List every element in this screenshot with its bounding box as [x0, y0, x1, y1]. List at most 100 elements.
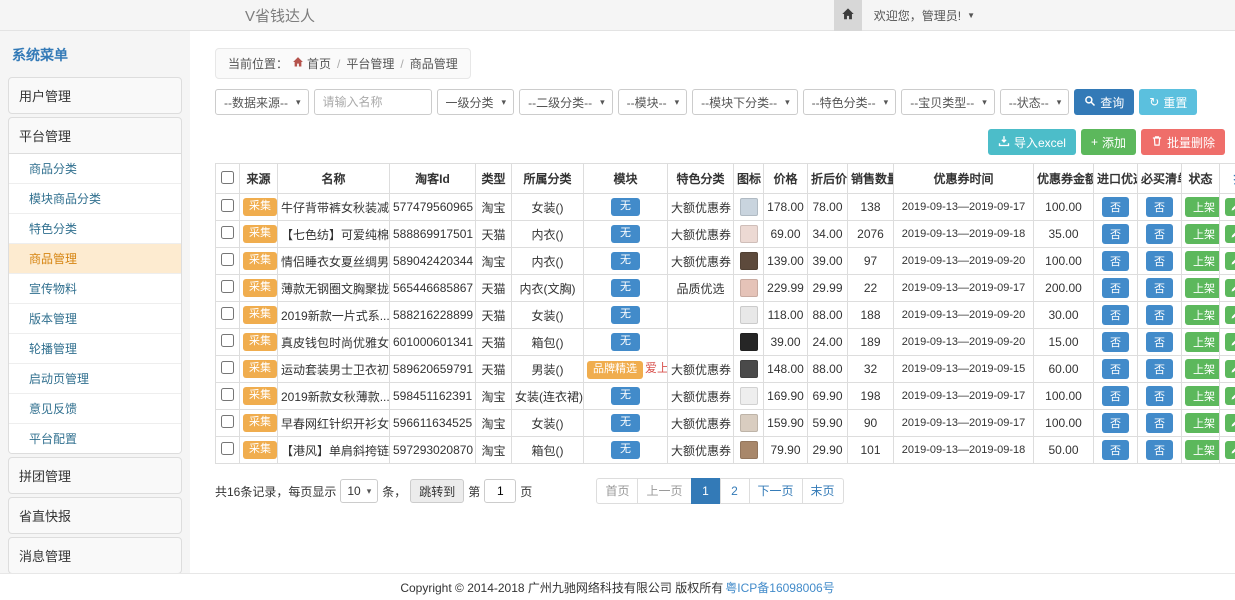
row-checkbox[interactable] — [221, 226, 234, 239]
add-button[interactable]: + 添加 — [1081, 129, 1136, 155]
status-button[interactable]: 上架 — [1185, 359, 1220, 379]
edit-button[interactable] — [1225, 306, 1235, 324]
filter-select[interactable]: --模块下分类--▾ — [692, 89, 798, 115]
must-buy-toggle[interactable]: 否 — [1146, 224, 1173, 244]
row-checkbox[interactable] — [221, 388, 234, 401]
edit-button[interactable] — [1225, 360, 1235, 378]
row-checkbox[interactable] — [221, 361, 234, 374]
sidebar-item[interactable]: 轮播管理 — [9, 334, 181, 364]
filter-select-source[interactable]: --数据来源-- ▾ — [215, 89, 309, 115]
status-button[interactable]: 上架 — [1185, 332, 1220, 352]
sidebar-group-toggle[interactable]: 省直快报 — [9, 498, 181, 533]
sidebar-group-toggle[interactable]: 消息管理 — [9, 538, 181, 573]
filter-select[interactable]: --二级分类--▾ — [519, 89, 613, 115]
sidebar-item[interactable]: 模块商品分类 — [9, 184, 181, 214]
filter-select[interactable]: --特色分类--▾ — [803, 89, 897, 115]
page-size-select[interactable]: 10 ▾ — [340, 479, 378, 503]
sales-count: 101 — [848, 437, 894, 464]
import-select-toggle[interactable]: 否 — [1102, 305, 1129, 325]
import-select-toggle[interactable]: 否 — [1102, 197, 1129, 217]
price: 69.00 — [764, 221, 808, 248]
batch-delete-button[interactable]: 批量删除 — [1141, 129, 1225, 155]
edit-button[interactable] — [1225, 414, 1235, 432]
row-checkbox[interactable] — [221, 415, 234, 428]
name-search-input[interactable] — [314, 89, 432, 115]
status-button[interactable]: 上架 — [1185, 305, 1220, 325]
row-checkbox[interactable] — [221, 253, 234, 266]
sidebar-item[interactable]: 商品管理 — [9, 244, 181, 274]
status-button[interactable]: 上架 — [1185, 413, 1220, 433]
edit-button[interactable] — [1225, 441, 1235, 459]
import-select-toggle[interactable]: 否 — [1102, 413, 1129, 433]
status-button[interactable]: 上架 — [1185, 386, 1220, 406]
edit-button[interactable] — [1225, 252, 1235, 270]
filter-select[interactable]: 一级分类▾ — [437, 89, 515, 115]
breadcrumb-home-link[interactable]: 首页 — [292, 55, 331, 72]
home-button[interactable] — [834, 0, 862, 31]
sidebar-item[interactable]: 意见反馈 — [9, 394, 181, 424]
sidebar-item[interactable]: 启动页管理 — [9, 364, 181, 394]
coupon-amount: 100.00 — [1034, 383, 1094, 410]
filter-select[interactable]: --状态--▾ — [1000, 89, 1070, 115]
status-button[interactable]: 上架 — [1185, 440, 1220, 460]
product-icon-cell — [734, 437, 764, 464]
jump-page-input[interactable] — [484, 479, 516, 503]
import-select-toggle[interactable]: 否 — [1102, 278, 1129, 298]
sidebar-group-toggle[interactable]: 平台管理 — [9, 118, 181, 153]
import-select-toggle[interactable]: 否 — [1102, 332, 1129, 352]
import-select-toggle[interactable]: 否 — [1102, 386, 1129, 406]
breadcrumb-item-platform[interactable]: 平台管理 — [346, 55, 394, 72]
icp-link[interactable]: 粤ICP备16098006号 — [725, 579, 834, 596]
import-select-toggle[interactable]: 否 — [1102, 251, 1129, 271]
must-buy-toggle[interactable]: 否 — [1146, 197, 1173, 217]
import-excel-button[interactable]: 导入excel — [988, 129, 1076, 155]
status-button[interactable]: 上架 — [1185, 251, 1220, 271]
edit-button[interactable] — [1225, 387, 1235, 405]
sidebar-item[interactable]: 版本管理 — [9, 304, 181, 334]
page-button[interactable]: 末页 — [802, 478, 844, 504]
status-button[interactable]: 上架 — [1185, 197, 1220, 217]
must-buy-toggle[interactable]: 否 — [1146, 386, 1173, 406]
edit-button[interactable] — [1225, 225, 1235, 243]
sidebar-group-toggle[interactable]: 用户管理 — [9, 78, 181, 113]
edit-button[interactable] — [1225, 333, 1235, 351]
row-checkbox[interactable] — [221, 199, 234, 212]
status-button[interactable]: 上架 — [1185, 224, 1220, 244]
row-checkbox[interactable] — [221, 307, 234, 320]
edit-button[interactable] — [1225, 198, 1235, 216]
select-all-checkbox[interactable] — [221, 171, 234, 184]
must-buy-toggle[interactable]: 否 — [1146, 332, 1173, 352]
user-menu[interactable]: 欢迎您，管理员! ▼ — [862, 7, 987, 24]
row-checkbox[interactable] — [221, 334, 234, 347]
import-select-toggle[interactable]: 否 — [1102, 224, 1129, 244]
column-header: 所属分类 — [512, 164, 584, 194]
sidebar-item[interactable]: 宣传物料 — [9, 274, 181, 304]
search-button[interactable]: 查询 — [1074, 89, 1134, 115]
discount-price: 88.00 — [808, 302, 848, 329]
sidebar-item[interactable]: 商品分类 — [9, 154, 181, 184]
sidebar-item[interactable]: 平台配置 — [9, 424, 181, 453]
filter-select-value: --模块下分类-- — [701, 94, 777, 111]
jump-button[interactable]: 跳转到 — [410, 479, 464, 503]
must-buy-toggle[interactable]: 否 — [1146, 440, 1173, 460]
sidebar-group: 用户管理 — [8, 77, 182, 114]
sidebar-group-toggle[interactable]: 拼团管理 — [9, 458, 181, 493]
filter-select[interactable]: --模块--▾ — [618, 89, 688, 115]
import-select-toggle[interactable]: 否 — [1102, 359, 1129, 379]
reset-button[interactable]: ↻ 重置 — [1139, 89, 1197, 115]
row-checkbox[interactable] — [221, 442, 234, 455]
sidebar-item[interactable]: 特色分类 — [9, 214, 181, 244]
page-button[interactable]: 下一页 — [749, 478, 803, 504]
import-select-toggle[interactable]: 否 — [1102, 440, 1129, 460]
row-checkbox[interactable] — [221, 280, 234, 293]
page-button[interactable]: 1 — [691, 478, 721, 504]
page-button[interactable]: 2 — [720, 478, 750, 504]
must-buy-toggle[interactable]: 否 — [1146, 305, 1173, 325]
must-buy-toggle[interactable]: 否 — [1146, 413, 1173, 433]
must-buy-toggle[interactable]: 否 — [1146, 251, 1173, 271]
status-button[interactable]: 上架 — [1185, 278, 1220, 298]
filter-select[interactable]: --宝贝类型--▾ — [901, 89, 995, 115]
must-buy-toggle[interactable]: 否 — [1146, 278, 1173, 298]
edit-button[interactable] — [1225, 279, 1235, 297]
must-buy-toggle[interactable]: 否 — [1146, 359, 1173, 379]
